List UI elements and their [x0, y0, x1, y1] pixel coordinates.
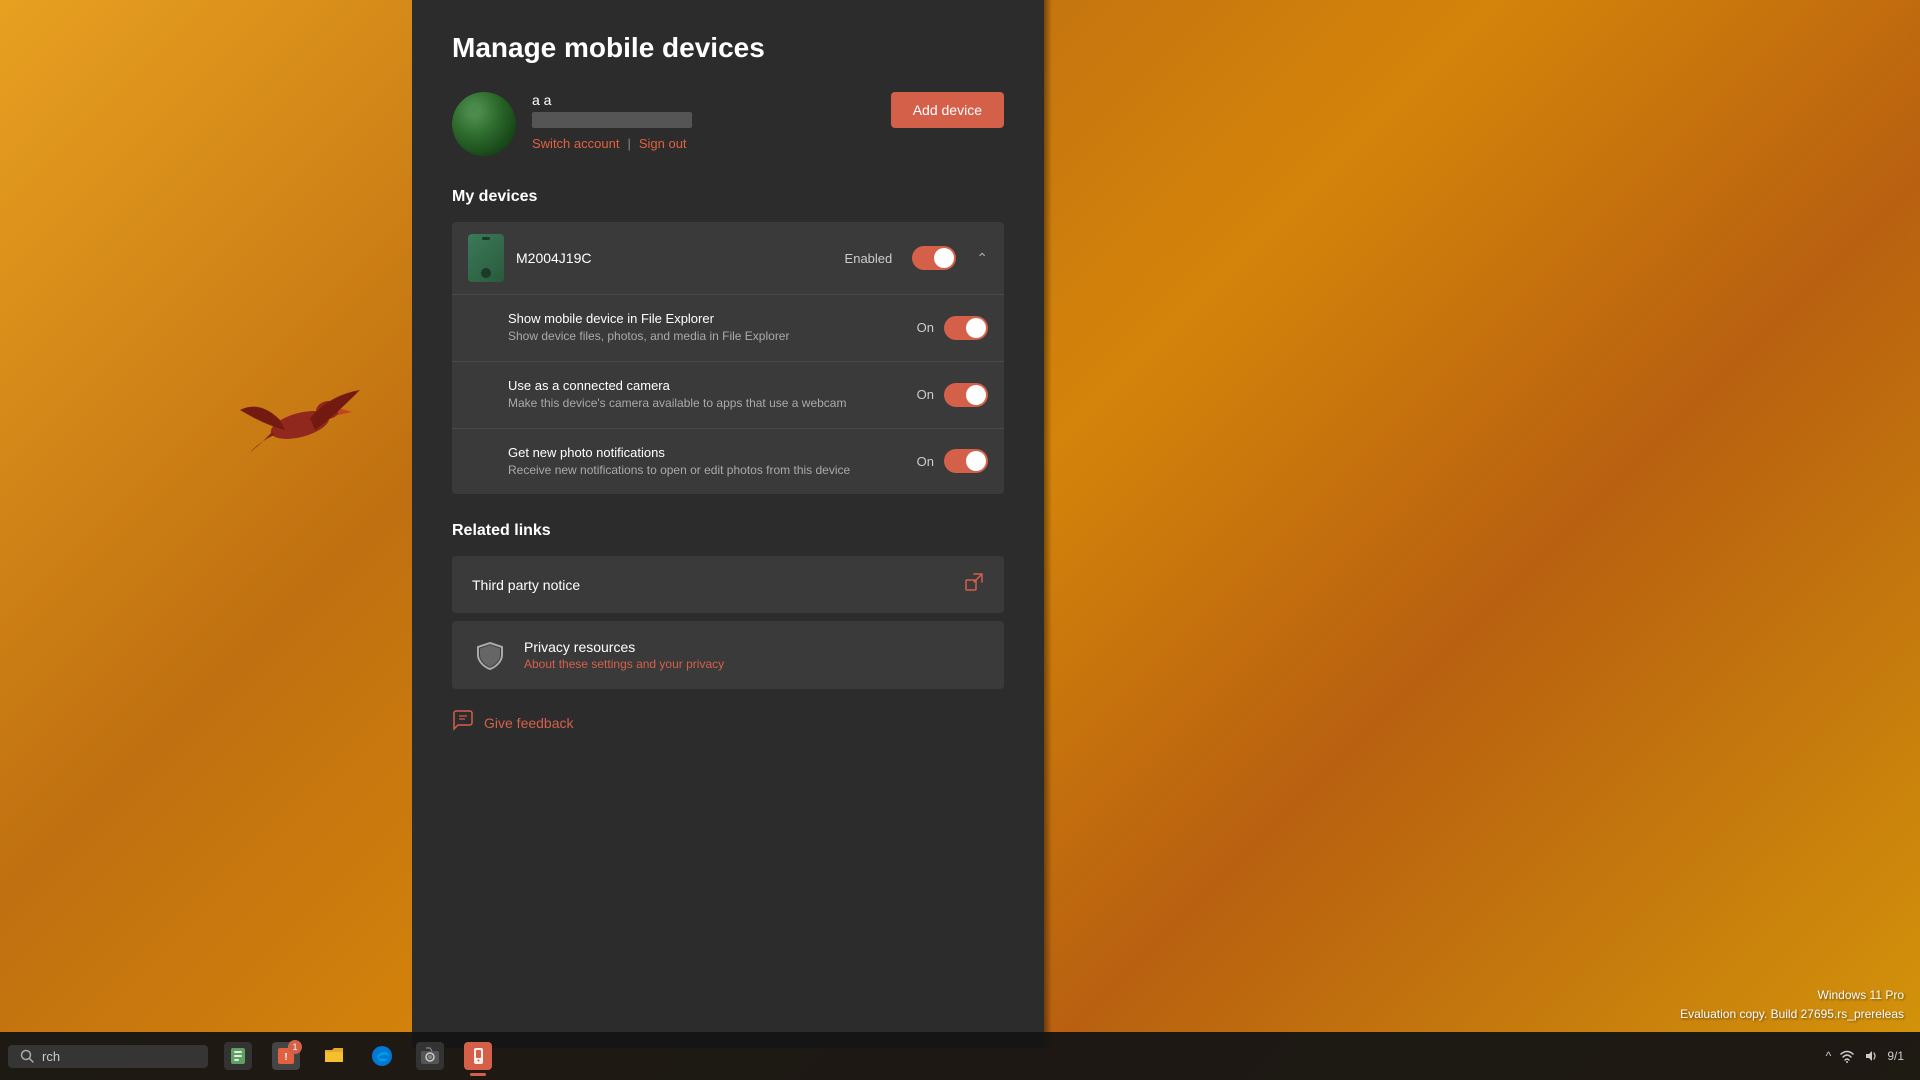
give-feedback-link[interactable]: Give feedback	[452, 709, 1004, 737]
connected-camera-toggle[interactable]	[944, 383, 988, 407]
taskbar-app-edge[interactable]	[360, 1034, 404, 1078]
connected-camera-title: Use as a connected camera	[508, 378, 917, 393]
watermark-line2: Evaluation copy. Build 27695.rs_prerelea…	[1680, 1005, 1904, 1024]
file-explorer-toggle-area: On	[917, 316, 988, 340]
connected-camera-toggle-area: On	[917, 383, 988, 407]
connected-camera-setting-row: Use as a connected camera Make this devi…	[452, 361, 1004, 428]
user-email-bar	[532, 112, 692, 128]
privacy-subtitle: About these settings and your privacy	[524, 657, 724, 671]
search-icon	[20, 1049, 34, 1063]
manage-mobile-app-icon	[464, 1042, 492, 1070]
file-explorer-setting-title: Show mobile device in File Explorer	[508, 311, 917, 326]
user-info: a a Switch account | Sign out	[452, 92, 692, 156]
related-links-header: Related links	[452, 522, 1004, 540]
privacy-resources-card[interactable]: Privacy resources About these settings a…	[452, 621, 1004, 689]
privacy-shield-icon	[472, 637, 508, 673]
panel-shadow	[1044, 0, 1052, 1048]
windows-watermark: Windows 11 Pro Evaluation copy. Build 27…	[1680, 986, 1904, 1024]
connected-camera-status: On	[917, 387, 934, 402]
device-card: M2004J19C Enabled ⌃ Show mobile device i…	[452, 222, 1004, 494]
device-header-row: M2004J19C Enabled ⌃	[452, 222, 1004, 294]
toggle-thumb	[934, 248, 954, 268]
add-device-button[interactable]: Add device	[891, 92, 1004, 128]
third-party-notice-card[interactable]: Third party notice	[452, 556, 1004, 613]
taskbar-chevron[interactable]: ^	[1826, 1049, 1832, 1063]
external-link-icon	[964, 572, 984, 597]
file-explorer-setting-desc: Show device files, photos, and media in …	[508, 328, 917, 345]
wifi-icon	[1839, 1048, 1855, 1064]
toggle-thumb	[966, 385, 986, 405]
security-app-icon	[224, 1042, 252, 1070]
photo-notifications-title: Get new photo notifications	[508, 445, 917, 460]
toggle-thumb	[966, 451, 986, 471]
device-settings-list: Show mobile device in File Explorer Show…	[452, 294, 1004, 494]
device-enabled-toggle[interactable]	[912, 246, 956, 270]
camera-app-icon	[416, 1042, 444, 1070]
my-devices-header: My devices	[452, 188, 1004, 206]
bird-decoration	[230, 380, 370, 465]
watermark-line1: Windows 11 Pro	[1680, 986, 1904, 1005]
link-separator: |	[627, 136, 630, 151]
taskbar-right: ^ 9/1	[1826, 1048, 1912, 1064]
taskbar-app-file-explorer[interactable]	[312, 1034, 356, 1078]
my-devices-section: My devices M2004J19C Enabled ⌃ Show mobi…	[452, 188, 1004, 494]
taskbar-time: 9/1	[1887, 1049, 1904, 1063]
taskbar: rch ! 1	[0, 1032, 1920, 1080]
related-links-section: Related links Third party notice	[452, 522, 1004, 689]
photo-notifications-toggle-area: On	[917, 449, 988, 473]
privacy-content: Privacy resources About these settings a…	[524, 639, 724, 671]
feedback-text: Give feedback	[484, 715, 574, 731]
device-name: M2004J19C	[516, 250, 833, 266]
photo-notifications-status: On	[917, 454, 934, 469]
third-party-notice-text: Third party notice	[472, 577, 964, 593]
edge-browser-icon	[368, 1042, 396, 1070]
file-explorer-setting-row: Show mobile device in File Explorer Show…	[452, 295, 1004, 361]
taskbar-search-text: rch	[42, 1049, 60, 1064]
page-title: Manage mobile devices	[452, 32, 1004, 64]
feedback-icon	[452, 709, 474, 737]
user-details: a a Switch account | Sign out	[532, 92, 692, 151]
settings-panel: Manage mobile devices a a Switch account…	[412, 0, 1044, 1048]
taskbar-apps: ! 1	[216, 1034, 500, 1078]
device-icon	[468, 234, 504, 282]
volume-icon	[1863, 1048, 1879, 1064]
taskbar-app-manage-mobile[interactable]	[456, 1034, 500, 1078]
photo-notifications-setting-row: Get new photo notifications Receive new …	[452, 428, 1004, 495]
taskbar-search[interactable]: rch	[8, 1045, 208, 1068]
taskbar-app-camera[interactable]	[408, 1034, 452, 1078]
device-enabled-label: Enabled	[845, 251, 893, 266]
svg-text:!: !	[284, 1052, 287, 1063]
file-explorer-toggle[interactable]	[944, 316, 988, 340]
privacy-title: Privacy resources	[524, 639, 724, 655]
avatar	[452, 92, 516, 156]
connected-camera-desc: Make this device's camera available to a…	[508, 395, 917, 412]
photo-notifications-setting-content: Get new photo notifications Receive new …	[508, 445, 917, 479]
sign-out-link[interactable]: Sign out	[639, 136, 687, 151]
file-explorer-setting-content: Show mobile device in File Explorer Show…	[508, 311, 917, 345]
notification-badge: 1	[288, 1040, 302, 1054]
photo-notifications-desc: Receive new notifications to open or edi…	[508, 462, 917, 479]
user-account-links: Switch account | Sign out	[532, 136, 692, 151]
file-explorer-status: On	[917, 320, 934, 335]
switch-account-link[interactable]: Switch account	[532, 136, 619, 151]
file-explorer-icon	[320, 1042, 348, 1070]
photo-notifications-toggle[interactable]	[944, 449, 988, 473]
user-section: a a Switch account | Sign out Add device	[452, 92, 1004, 156]
user-name: a a	[532, 92, 692, 108]
taskbar-app-notifications[interactable]: ! 1	[264, 1034, 308, 1078]
chevron-up-icon[interactable]: ⌃	[976, 250, 988, 267]
taskbar-app-security[interactable]	[216, 1034, 260, 1078]
avatar-image	[452, 92, 516, 156]
connected-camera-setting-content: Use as a connected camera Make this devi…	[508, 378, 917, 412]
toggle-thumb	[966, 318, 986, 338]
